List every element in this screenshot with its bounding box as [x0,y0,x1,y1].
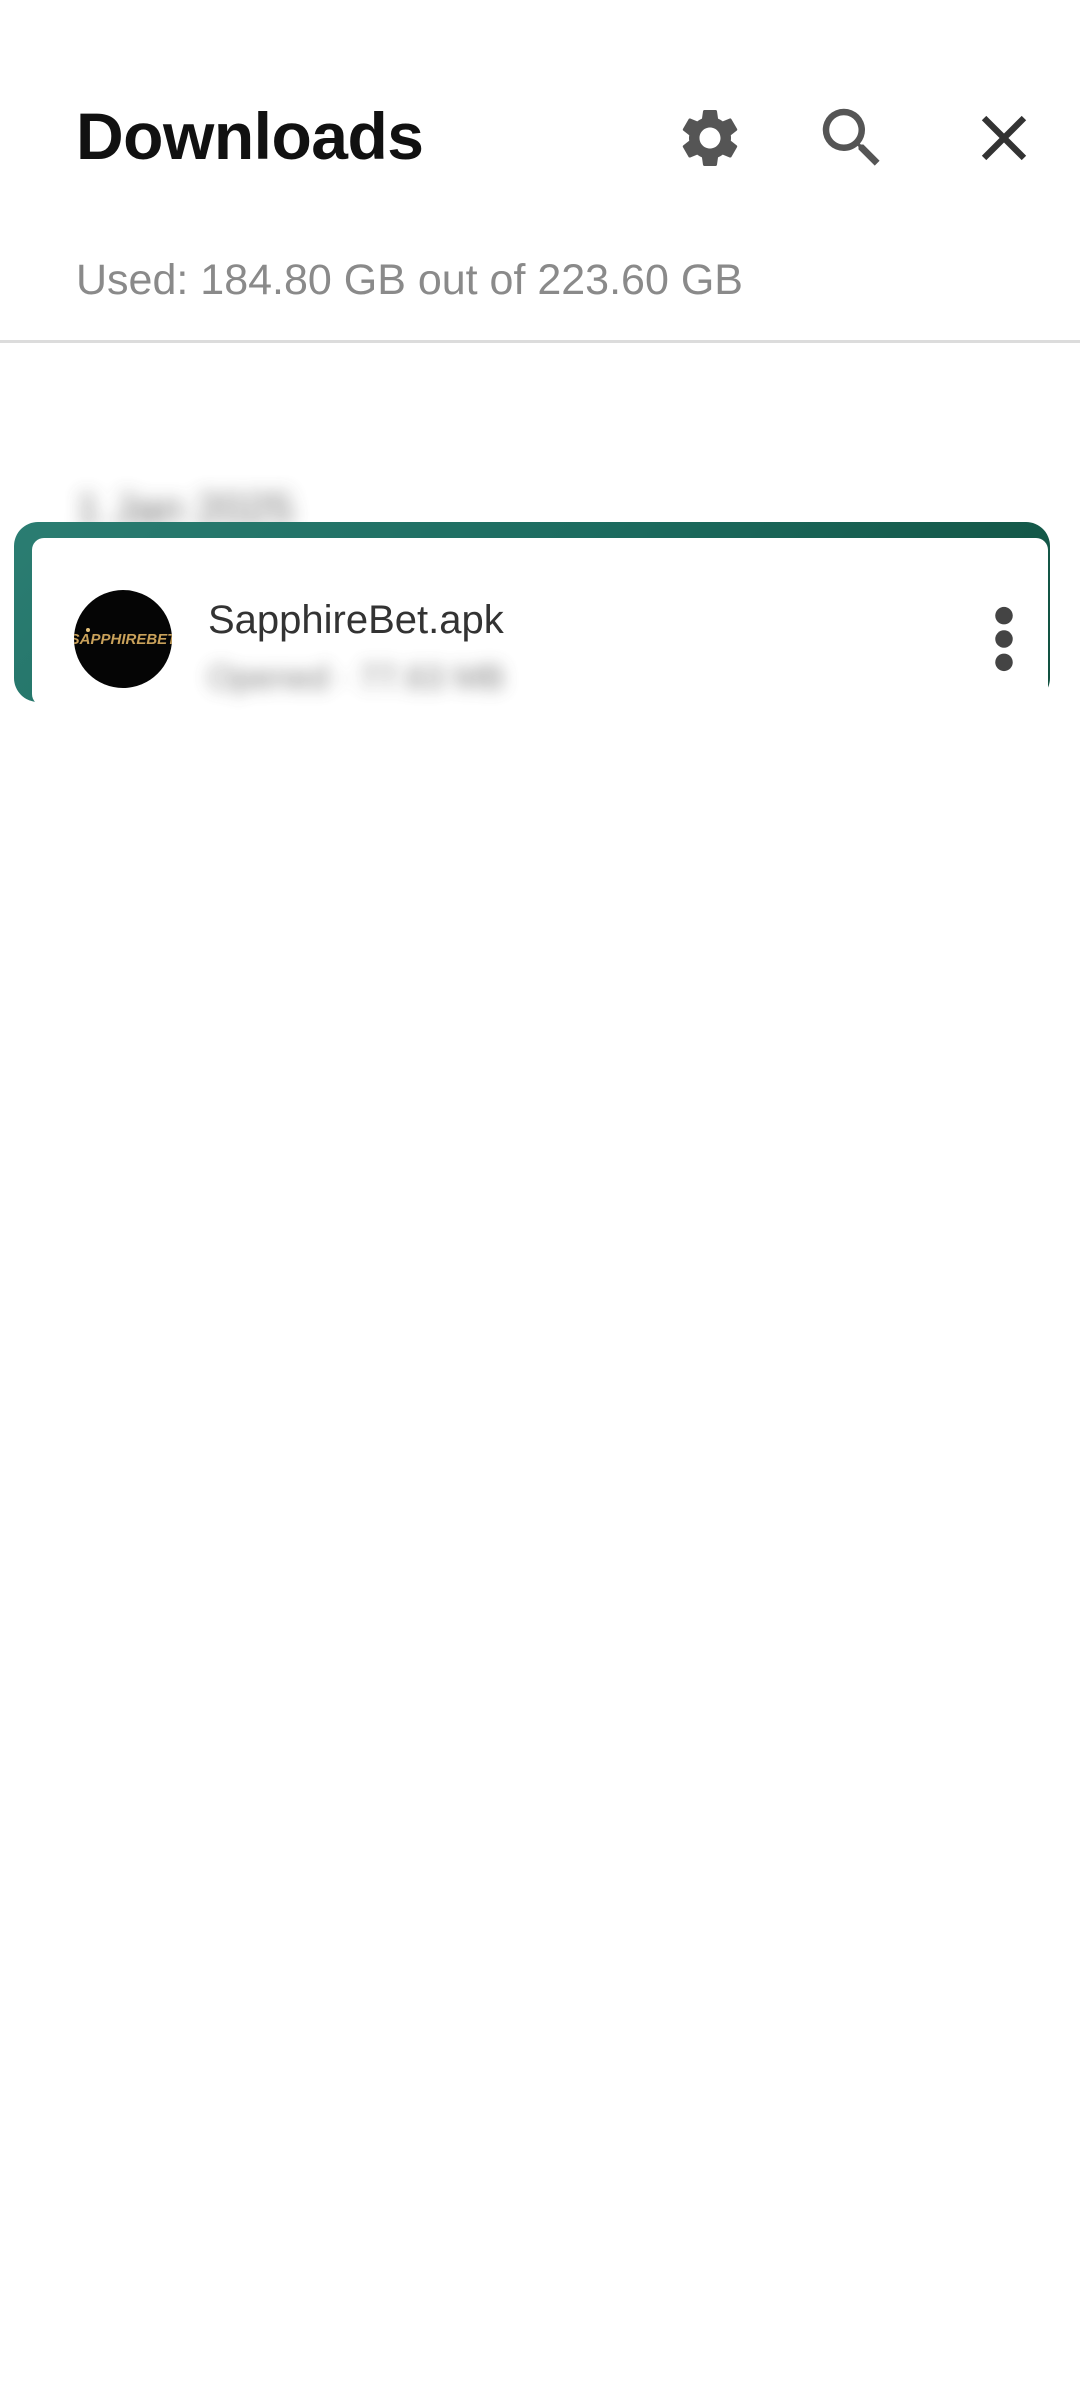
file-name: SapphireBet.apk [208,598,504,642]
page-title: Downloads [76,99,424,173]
close-button[interactable] [962,96,1046,180]
logo-star-icon [86,628,90,632]
settings-button[interactable] [668,96,752,180]
download-list-item[interactable] [32,538,1048,706]
avatar-logo-text: SAPPHIREBET [74,630,172,648]
search-button[interactable] [810,96,894,180]
file-meta: Opened · 77.63 MB [208,659,505,697]
more-vert-icon [995,606,1013,672]
close-icon [981,115,1027,161]
gear-icon [682,109,738,166]
app-avatar: SAPPHIREBET [74,590,172,688]
more-options-button[interactable] [980,604,1028,674]
top-app-bar: Downloads [0,0,1080,230]
search-icon [822,108,880,166]
storage-usage-text: Used: 184.80 GB out of 223.60 GB [76,256,743,304]
header-divider [0,340,1080,343]
